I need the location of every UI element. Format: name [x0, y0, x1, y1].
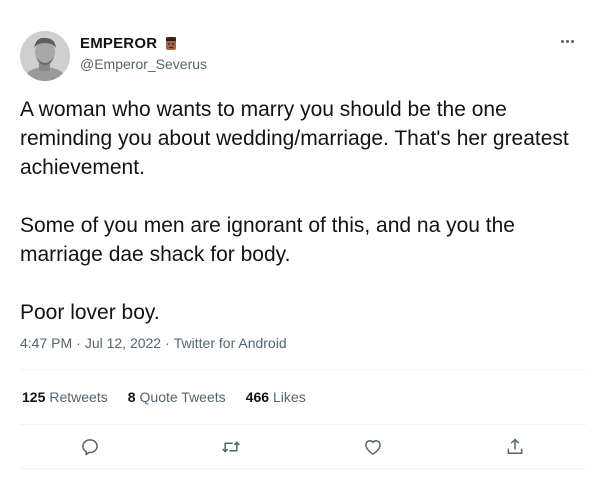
divider — [20, 369, 586, 370]
share-button[interactable] — [502, 434, 528, 460]
tweet-paragraph: A woman who wants to marry you should be… — [20, 98, 569, 179]
meta-separator: · — [76, 335, 81, 351]
tweet-paragraph: Poor lover boy. — [20, 301, 160, 324]
tweet-stats: 125 Retweets 8 Quote Tweets 466 Likes — [22, 389, 306, 405]
retweet-icon — [222, 441, 240, 453]
tweet-card: EMPEROR @Emperor_Severus A woman who wan… — [0, 0, 593, 480]
retweet-button[interactable] — [218, 434, 244, 460]
tweet-source[interactable]: Twitter for Android — [174, 335, 287, 351]
more-dot — [570, 39, 574, 43]
quote-tweets-label: Quote Tweets — [139, 389, 226, 405]
display-name-text: EMPEROR — [80, 35, 158, 52]
tweet-time[interactable]: 4:47 PM — [20, 335, 72, 351]
face-emoji-icon — [163, 36, 179, 52]
likes-stat[interactable]: 466 Likes — [246, 389, 306, 405]
retweets-count: 125 — [22, 389, 46, 405]
retweets-label: Retweets — [49, 389, 108, 405]
likes-count: 466 — [245, 389, 270, 405]
action-bar — [0, 434, 593, 460]
tweet-text: A woman who wants to marry you should be… — [20, 95, 580, 327]
like-icon — [365, 440, 381, 455]
quote-tweets-stat[interactable]: 8 Quote Tweets — [128, 389, 226, 405]
retweets-stat[interactable]: 125 Retweets — [22, 389, 108, 405]
meta-separator: · — [165, 335, 170, 351]
more-dot — [565, 39, 569, 43]
more-dot — [560, 39, 564, 43]
divider — [20, 424, 586, 425]
tweet-paragraph: Some of you men are ignorant of this, an… — [20, 214, 515, 266]
avatar[interactable] — [20, 31, 70, 81]
tweet-date[interactable]: Jul 12, 2022 — [85, 335, 161, 351]
quote-tweets-count: 8 — [127, 389, 136, 405]
share-icon — [507, 438, 523, 454]
divider — [20, 468, 586, 469]
like-button[interactable] — [360, 434, 386, 460]
user-handle[interactable]: @Emperor_Severus — [80, 56, 207, 72]
more-options-button[interactable] — [555, 34, 579, 48]
likes-label: Likes — [273, 389, 306, 405]
reply-icon — [82, 439, 98, 456]
tweet-meta: 4:47 PM · Jul 12, 2022 · Twitter for And… — [20, 335, 287, 351]
reply-button[interactable] — [77, 434, 103, 460]
display-name[interactable]: EMPEROR — [80, 35, 179, 52]
